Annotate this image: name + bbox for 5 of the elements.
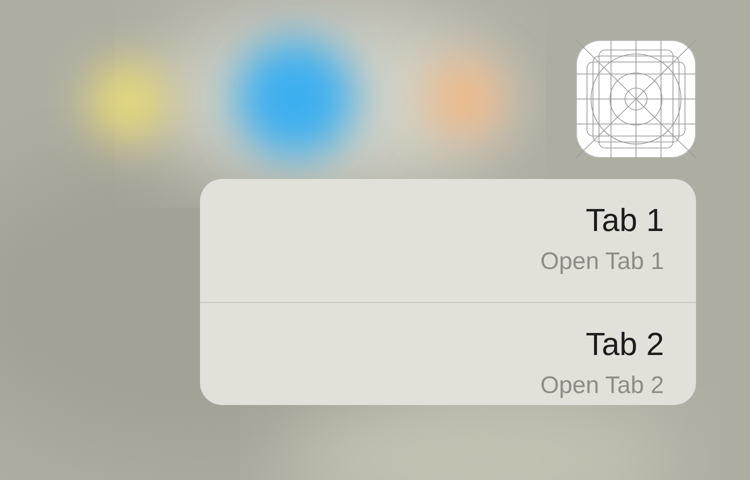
app-icon[interactable] [576,40,696,158]
action-subtitle: Open Tab 2 [540,371,664,401]
action-title[interactable]: Tab 2 [586,325,664,363]
action-title[interactable]: Tab 1 [586,201,664,239]
action-subtitle: Open Tab 1 [540,247,664,277]
